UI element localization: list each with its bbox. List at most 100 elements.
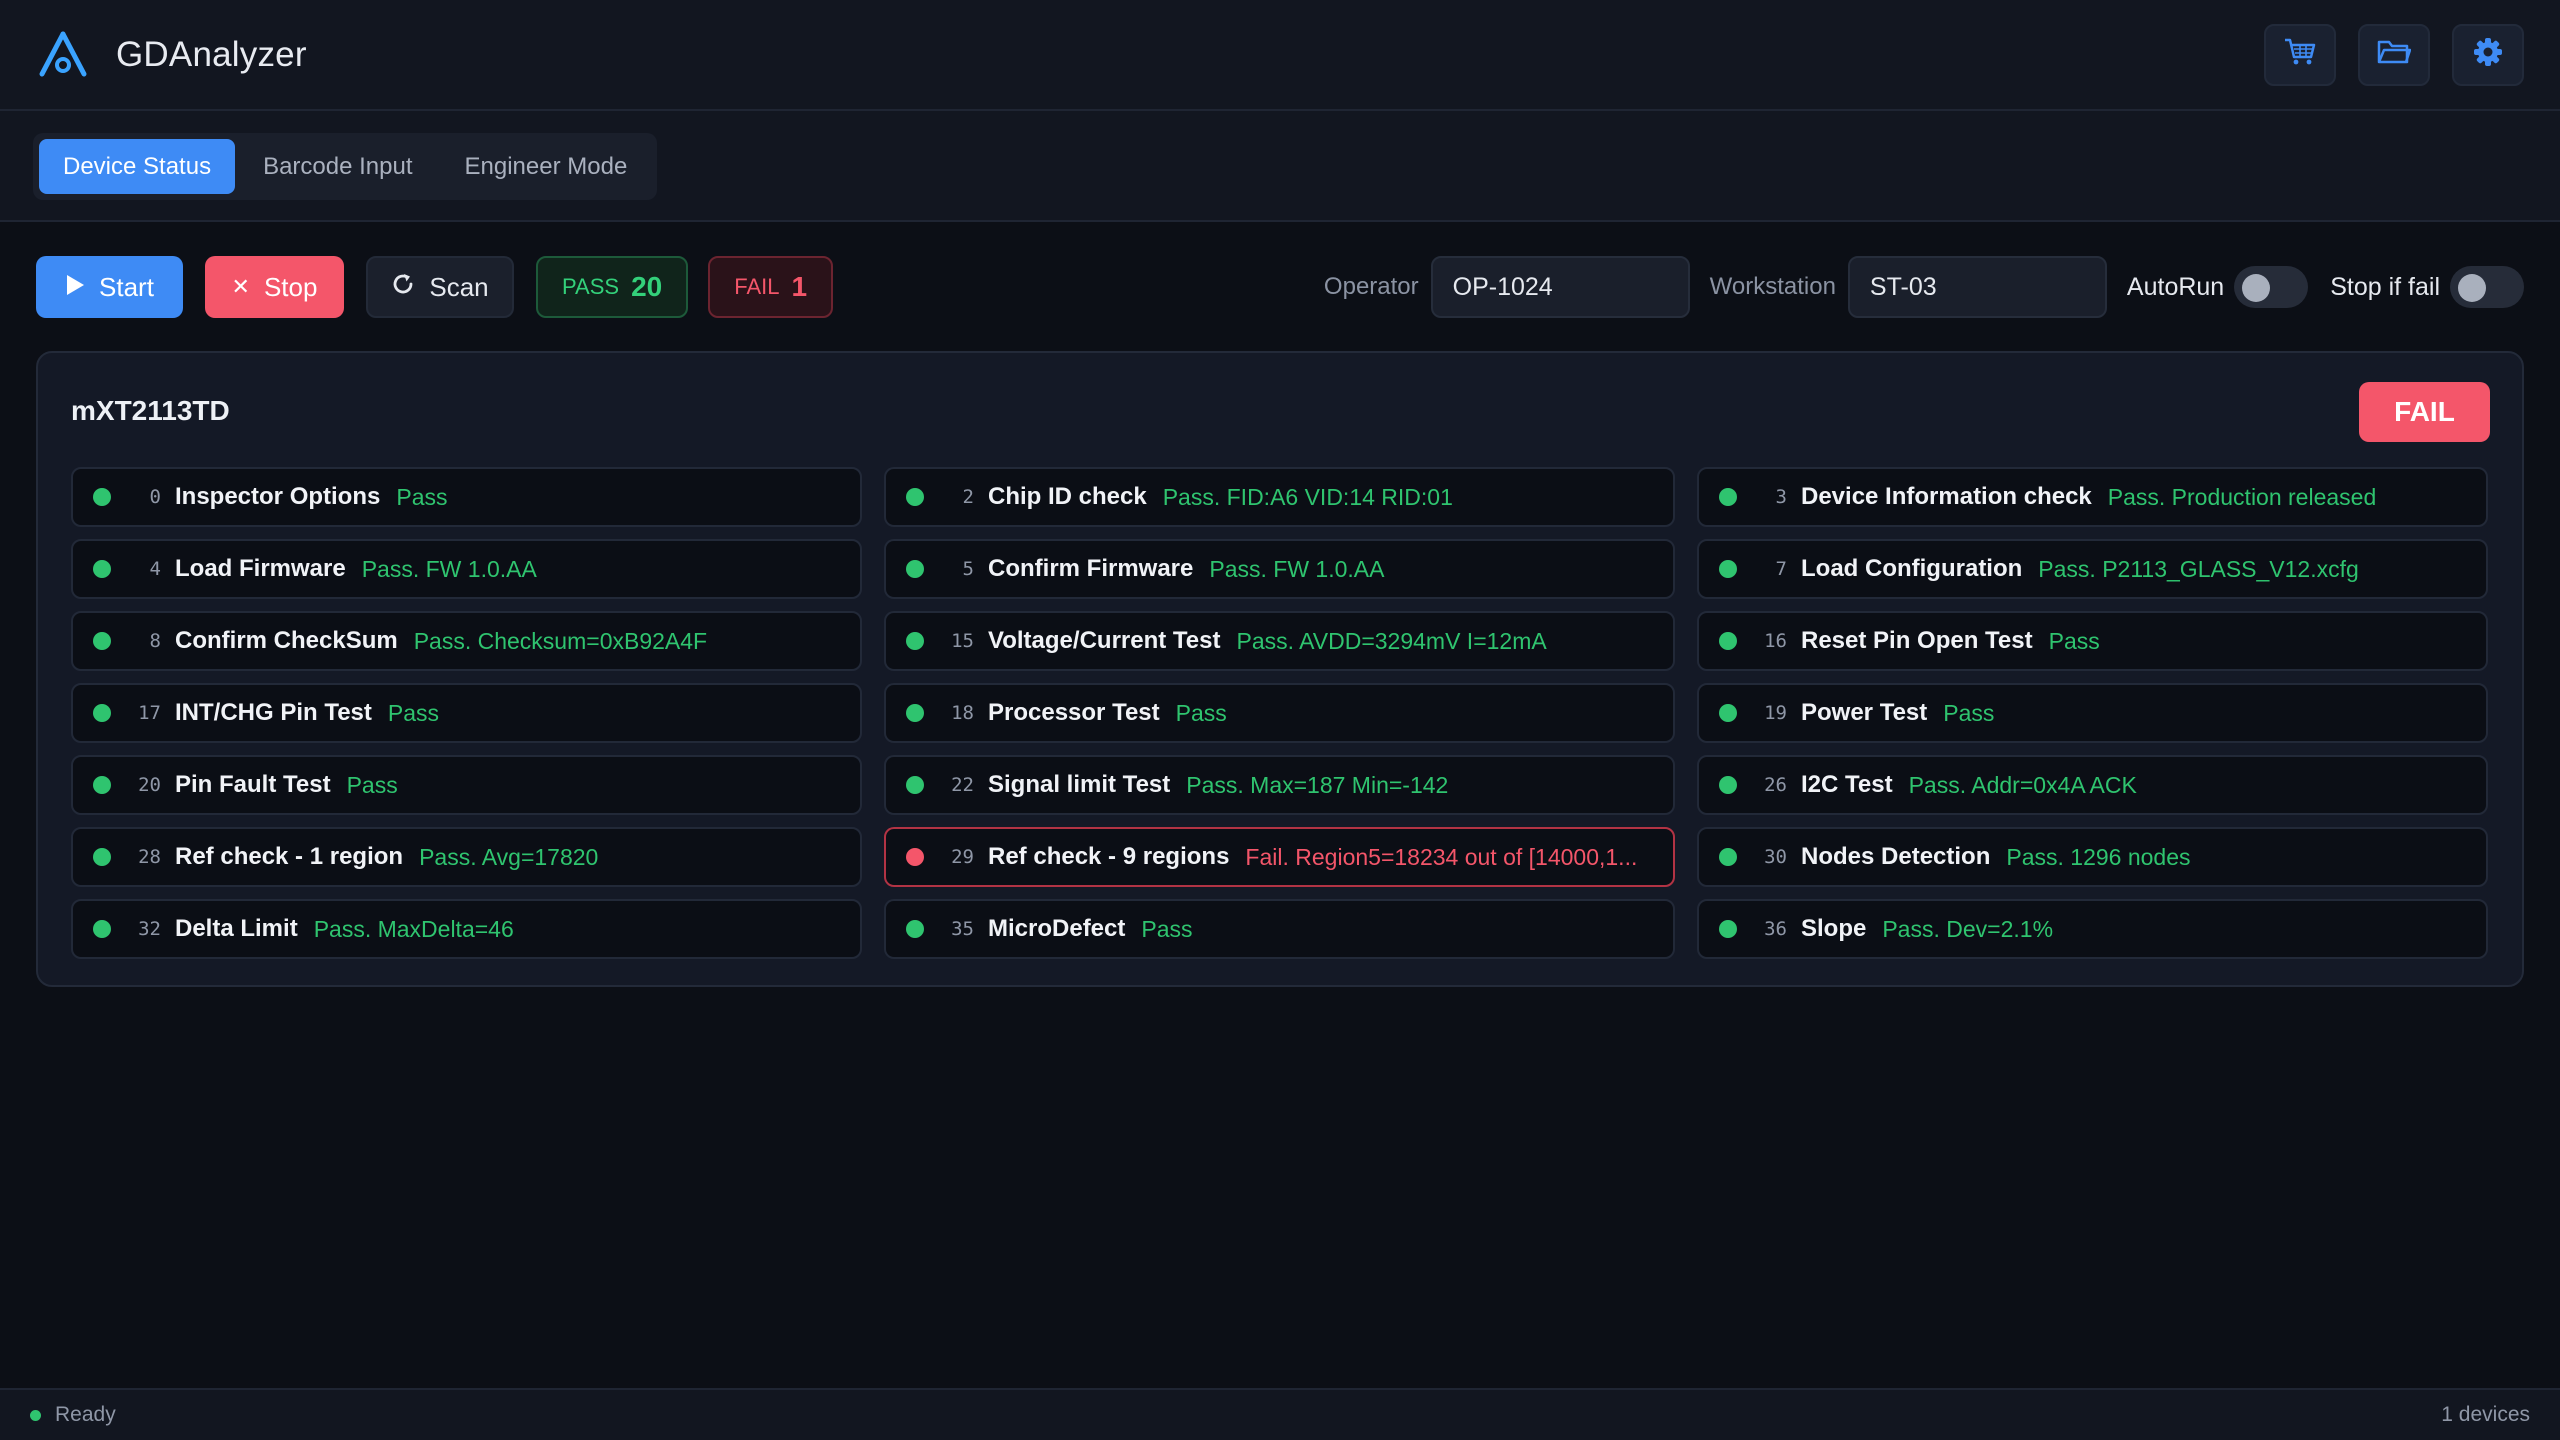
pass-count-badge: PASS 20 — [536, 256, 689, 318]
status-dot-icon — [1719, 776, 1737, 794]
test-name: Ref check - 1 region — [175, 843, 404, 870]
status-dot-icon — [1719, 920, 1737, 938]
test-item[interactable]: 16 Reset Pin Open Test Pass — [1697, 611, 2488, 671]
test-name: Reset Pin Open Test — [1801, 627, 2033, 654]
status-dot-icon — [93, 920, 111, 938]
status-dot-icon — [906, 920, 924, 938]
test-name: Slope — [1801, 915, 1867, 942]
tab-device-status[interactable]: Device Status — [39, 139, 236, 194]
test-result: Pass. Max=187 Min=-142 — [1186, 771, 1449, 798]
test-name: Delta Limit — [175, 915, 298, 942]
test-result: Pass — [346, 771, 398, 798]
test-item[interactable]: 28 Ref check - 1 region Pass. Avg=17820 — [71, 827, 862, 887]
test-number: 35 — [951, 918, 974, 940]
refresh-icon — [391, 272, 415, 303]
test-result: Pass. FW 1.0.AA — [361, 555, 537, 582]
toggle-knob — [2458, 274, 2486, 302]
test-number: 15 — [951, 630, 974, 652]
test-item[interactable]: 2 Chip ID check Pass. FID:A6 VID:14 RID:01 — [884, 467, 1675, 527]
test-name: Inspector Options — [175, 483, 381, 510]
status-dot-icon — [93, 776, 111, 794]
pass-label: PASS — [562, 274, 620, 299]
test-item[interactable]: 0 Inspector Options Pass — [71, 467, 862, 527]
test-result: Pass — [1943, 699, 1995, 726]
app-logo-icon — [36, 28, 90, 82]
operator-field[interactable] — [1430, 256, 1690, 318]
test-item[interactable]: 7 Load Configuration Pass. P2113_GLASS_V12… — [1697, 539, 2488, 599]
test-number: 8 — [149, 630, 161, 652]
test-item[interactable]: 26 I2C Test Pass. Addr=0x4A ACK — [1697, 755, 2488, 815]
test-result: Pass. P2113_GLASS_V12.xcfg — [2038, 555, 2359, 582]
status-dot-icon — [93, 488, 111, 506]
test-result: Fail. Region5=18234 out of [14000,1... — [1245, 843, 1638, 870]
test-name: INT/CHG Pin Test — [175, 699, 372, 726]
status-dot-icon — [906, 776, 924, 794]
fail-label: FAIL — [734, 274, 780, 299]
device-count: 1 devices — [2441, 1403, 2530, 1426]
open-folder-button[interactable] — [2358, 23, 2430, 86]
test-result: Pass. Avg=17820 — [419, 843, 599, 870]
test-name: Device Information check — [1801, 483, 2092, 510]
autorun-toggle[interactable] — [2234, 266, 2309, 308]
tab-engineer-mode[interactable]: Engineer Mode — [441, 139, 652, 194]
cart-button[interactable] — [2264, 23, 2336, 86]
device-name: mXT2113TD — [71, 395, 230, 426]
test-item[interactable]: 35 MicroDefect Pass — [884, 899, 1675, 959]
test-item[interactable]: 19 Power Test Pass — [1697, 683, 2488, 743]
test-name: Pin Fault Test — [175, 771, 331, 798]
test-number: 19 — [1764, 702, 1787, 724]
test-name: Power Test — [1801, 699, 1928, 726]
test-name: Signal limit Test — [988, 771, 1171, 798]
test-item[interactable]: 36 Slope Pass. Dev=2.1% — [1697, 899, 2488, 959]
scan-button[interactable]: Scan — [366, 256, 514, 318]
test-number: 20 — [138, 774, 161, 796]
cart-icon — [2283, 37, 2317, 72]
start-label: Start — [99, 271, 154, 302]
test-result: Pass — [387, 699, 440, 726]
operator-label: Operator — [1323, 273, 1419, 300]
status-dot-icon — [906, 488, 924, 506]
test-item[interactable]: 17 INT/CHG Pin Test Pass — [71, 683, 862, 743]
test-result: Pass. Checksum=0xB92A4F — [413, 627, 708, 654]
test-item[interactable]: 4 Load Firmware Pass. FW 1.0.AA — [71, 539, 862, 599]
test-item[interactable]: 30 Nodes Detection Pass. 1296 nodes — [1697, 827, 2488, 887]
pass-count: 20 — [631, 271, 663, 302]
test-name: Nodes Detection — [1801, 843, 1991, 870]
status-text: Ready — [55, 1403, 116, 1426]
test-number: 36 — [1764, 918, 1787, 940]
tab-barcode-input[interactable]: Barcode Input — [239, 139, 436, 194]
test-result: Pass. Addr=0x4A ACK — [1908, 771, 2137, 798]
test-name: Chip ID check — [988, 483, 1147, 510]
test-item[interactable]: 18 Processor Test Pass — [884, 683, 1675, 743]
test-item[interactable]: 8 Confirm CheckSum Pass. Checksum=0xB92A4F — [71, 611, 862, 671]
settings-button[interactable] — [2452, 23, 2524, 86]
test-item[interactable]: 3 Device Information check Pass. Productio… — [1697, 467, 2488, 527]
test-item[interactable]: 29 Ref check - 9 regions Fail. Region5=182… — [884, 827, 1675, 887]
test-item[interactable]: 32 Delta Limit Pass. MaxDelta=46 — [71, 899, 862, 959]
gear-icon — [2473, 37, 2503, 72]
test-item[interactable]: 15 Voltage/Current Test Pass. AVDD=3294mV … — [884, 611, 1675, 671]
test-item[interactable]: 20 Pin Fault Test Pass — [71, 755, 862, 815]
test-name: Confirm Firmware — [988, 555, 1194, 582]
test-result: Pass — [1175, 699, 1227, 726]
test-number: 0 — [149, 486, 161, 508]
stop-button[interactable]: ✕ Stop — [205, 256, 344, 318]
test-name: I2C Test — [1801, 771, 1893, 798]
stop-if-fail-toggle[interactable] — [2450, 266, 2524, 308]
workstation-field[interactable] — [1847, 256, 2107, 318]
test-result: Pass. AVDD=3294mV I=12mA — [1236, 627, 1547, 654]
status-dot-icon — [1719, 704, 1737, 722]
status-dot-icon — [906, 560, 924, 578]
start-button[interactable]: Start — [36, 256, 183, 318]
device-panel: mXT2113TD FAIL 0 Inspector Options Pass 2 Ch… — [36, 351, 2524, 987]
test-item[interactable]: 22 Signal limit Test Pass. Max=187 Min=-14… — [884, 755, 1675, 815]
status-dot-icon — [1719, 488, 1737, 506]
test-number: 30 — [1764, 846, 1787, 868]
stop-label: Stop — [263, 271, 318, 302]
status-dot-icon — [1719, 632, 1737, 650]
test-result: Pass — [396, 483, 448, 510]
status-dot-icon — [93, 704, 111, 722]
device-result-badge: FAIL — [2359, 382, 2490, 442]
test-item[interactable]: 5 Confirm Firmware Pass. FW 1.0.AA — [884, 539, 1675, 599]
app-header: GDAnalyzer — [0, 0, 2560, 111]
